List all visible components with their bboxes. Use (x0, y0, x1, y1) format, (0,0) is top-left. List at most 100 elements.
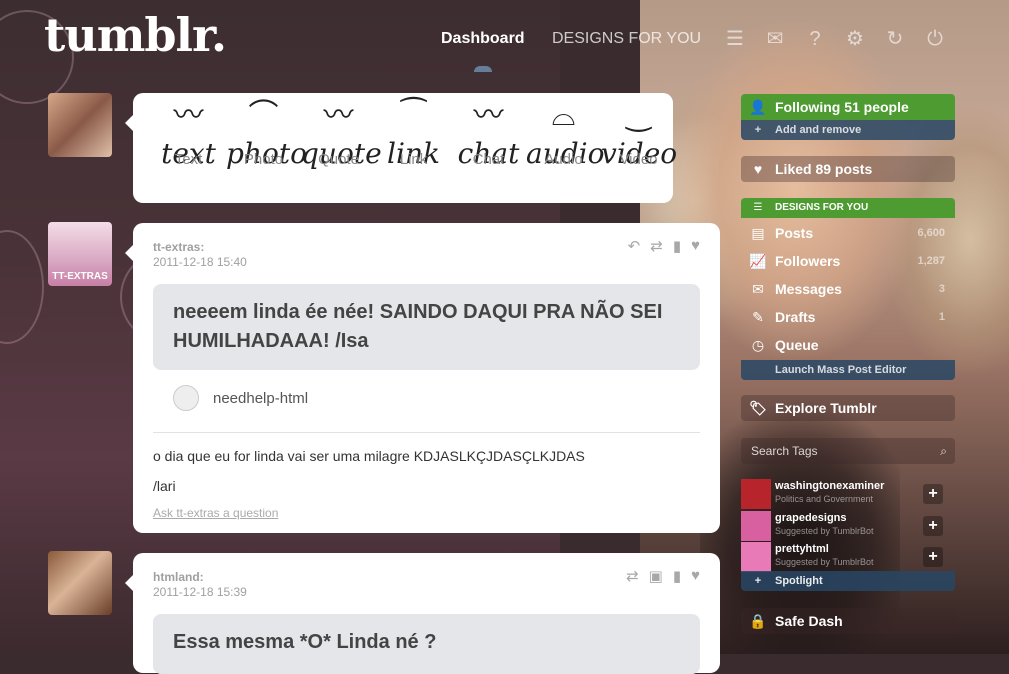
explore-label: Explore Tumblr (775, 400, 877, 416)
asker-avatar[interactable] (173, 385, 199, 411)
heart-icon: ♥ (753, 161, 763, 177)
list-icon: ☰ (753, 202, 763, 213)
question-text: Essa mesma *O* Linda né ? (173, 631, 437, 653)
compose-options: 〰 text Text ⌒ photo Photo 〰 quote Quote … (151, 99, 677, 171)
reply-icon[interactable]: ↶ (628, 237, 641, 255)
avatar[interactable] (48, 93, 112, 157)
post-actions: ↶ ⇄ ▮ ♥ (628, 237, 700, 255)
sidebar-item-followers[interactable]: 📈 Followers 1,287 (741, 247, 955, 275)
stat-count: 1 (938, 311, 945, 323)
spotlight-label: Spotlight (775, 575, 823, 587)
safe-dash-label: Safe Dash (775, 613, 843, 629)
heart-icon[interactable]: ♥ (691, 567, 700, 585)
post-date: 2011-12-18 15:40 (153, 255, 247, 269)
tumblr-logo[interactable]: tumblr. (44, 8, 227, 62)
search-icon[interactable]: ⌕ (940, 438, 947, 464)
stat-count: 6,600 (917, 227, 945, 239)
blog-avatar (741, 479, 771, 509)
sidebar-item-queue[interactable]: ◷ Queue (741, 331, 955, 359)
post-date: 2011-12-18 15:39 (153, 585, 247, 599)
stat-label: Messages (775, 281, 842, 297)
liked-posts-link[interactable]: ♥ Liked 89 posts (741, 156, 955, 182)
reblog-icon[interactable]: ⇄ (650, 237, 663, 255)
compose-video-button[interactable]: ‿ video Video (601, 99, 677, 171)
nav-icon-bar: ☰ ✉ ? ⚙ ↻ ⏻ (722, 26, 948, 52)
launch-label: Launch Mass Post Editor (775, 364, 907, 376)
liked-label: Liked 89 posts (775, 161, 873, 177)
sidebar-item-posts[interactable]: ▤ Posts 6,600 (741, 219, 955, 247)
asker-name[interactable]: needhelp-html (213, 390, 308, 407)
add-person-icon: + (754, 575, 762, 587)
nav-designs-for-you[interactable]: DESIGNS FOR YOU (552, 30, 701, 48)
compose-chat-button[interactable]: 〰 chat Chat (451, 99, 526, 171)
followers-icon: 📈 (749, 253, 767, 269)
help-icon[interactable]: ? (802, 26, 828, 52)
sidebar-item-drafts[interactable]: ✎ Drafts 1 (741, 303, 955, 331)
post-card: tt-extras: 2011-12-18 15:40 ↶ ⇄ ▮ ♥ neee… (125, 223, 720, 533)
person-icon: 👤 (749, 99, 767, 115)
post-actions: ⇄ ▣ ▮ ♥ (626, 567, 700, 585)
spotlight-link[interactable]: + Spotlight (741, 571, 955, 591)
mustache-icon: ‿ (626, 99, 651, 132)
safe-dash-link[interactable]: 🔒 Safe Dash (741, 608, 955, 634)
drafts-icon: ✎ (752, 309, 764, 325)
post-username[interactable]: htmland: (153, 570, 204, 584)
avatar[interactable] (48, 551, 112, 615)
power-icon[interactable]: ⏻ (922, 26, 948, 52)
recommended-blog[interactable]: prettyhtml Suggested by TumblrBot + (741, 542, 947, 572)
nav-dashboard[interactable]: Dashboard (441, 30, 525, 48)
lock-icon: 🔒 (749, 613, 767, 629)
blog-subtitle: Suggested by TumblrBot (775, 557, 874, 567)
post-username[interactable]: tt-extras: (153, 240, 204, 254)
blog-avatar (741, 511, 771, 541)
sidebar-item-messages[interactable]: ✉ Messages 3 (741, 275, 955, 303)
post-card: htmland: 2011-12-18 15:39 ⇄ ▣ ▮ ♥ Essa m… (125, 553, 720, 674)
dashboard-main: 〰 text Text ⌒ photo Photo 〰 quote Quote … (28, 72, 728, 674)
gear-icon[interactable]: ⚙ (842, 26, 868, 52)
list-icon[interactable]: ☰ (722, 26, 748, 52)
bookmark-icon[interactable]: ▮ (673, 567, 681, 585)
explore-tumblr-link[interactable]: 🏷 Explore Tumblr (741, 395, 955, 421)
avatar-tag: TT-EXTRAS (52, 271, 108, 282)
search-tags-input[interactable]: Search Tags ⌕ (741, 438, 955, 464)
messages-icon: ✉ (752, 281, 764, 297)
following-link[interactable]: 👤 Following 51 people (741, 94, 955, 120)
stat-count: 3 (938, 283, 945, 295)
mustache-icon: ⌓ (551, 99, 576, 132)
question-box: neeeem linda ée née! SAINDO DAQUI PRA NÃ… (153, 284, 700, 370)
avatar[interactable]: TT-EXTRAS (48, 222, 112, 286)
thumbnail-icon[interactable]: ▣ (649, 567, 663, 585)
heart-icon[interactable]: ♥ (691, 237, 700, 255)
question-text: neeeem linda ée née! SAINDO DAQUI PRA NÃ… (173, 301, 663, 352)
refresh-icon[interactable]: ↻ (882, 26, 908, 52)
queue-icon: ◷ (751, 337, 765, 353)
mustache-icon: 〰 (473, 99, 504, 132)
add-remove-label: Add and remove (775, 124, 862, 136)
mustache-icon: 〰 (323, 99, 354, 132)
designs-for-you-header[interactable]: ☰ DESIGNS FOR YOU (741, 198, 955, 218)
mustache-icon: ⌒ (248, 99, 279, 132)
mustache-icon: 〰 (173, 99, 204, 132)
designs-label: DESIGNS FOR YOU (775, 202, 869, 213)
compose-photo-button[interactable]: ⌒ photo Photo (226, 99, 307, 171)
add-person-icon: + (754, 124, 762, 136)
reblog-icon[interactable]: ⇄ (626, 567, 639, 585)
follow-button[interactable]: + (923, 484, 943, 504)
launch-mass-post-editor-link[interactable]: Launch Mass Post Editor (741, 360, 955, 380)
question-box: Essa mesma *O* Linda né ? (153, 614, 700, 674)
compose-link-button[interactable]: ⁀ link Link (376, 101, 451, 171)
compose-text-button[interactable]: 〰 text Text (151, 99, 226, 171)
mail-icon[interactable]: ✉ (762, 26, 788, 52)
compose-audio-button[interactable]: ⌓ audio Audio (526, 99, 604, 171)
compose-quote-button[interactable]: 〰 quote Quote (301, 99, 382, 171)
bookmark-icon[interactable]: ▮ (673, 237, 681, 255)
recommended-blog[interactable]: washingtonexaminer Politics and Governme… (741, 479, 947, 509)
blog-subtitle: Politics and Government (775, 494, 874, 504)
follow-button[interactable]: + (923, 516, 943, 536)
add-remove-link[interactable]: + Add and remove (741, 120, 955, 140)
stat-label: Followers (775, 253, 841, 269)
ask-question-link[interactable]: Ask tt-extras a question (153, 506, 278, 520)
stat-count: 1,287 (917, 255, 945, 267)
recommended-blog[interactable]: grapedesigns Suggested by TumblrBot + (741, 511, 947, 541)
follow-button[interactable]: + (923, 547, 943, 567)
